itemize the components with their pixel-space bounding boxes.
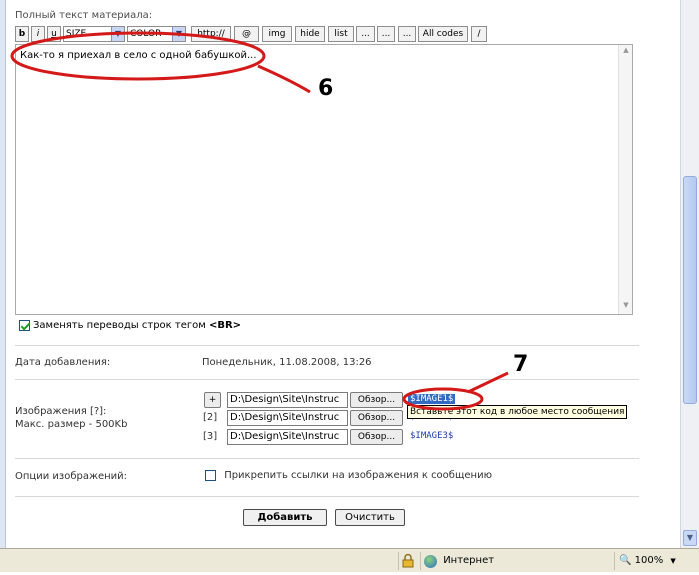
zoom-value: 100%: [634, 555, 664, 566]
scroll-down-icon[interactable]: ▼: [683, 530, 697, 546]
zone-indicator: Интернет: [420, 552, 610, 570]
globe-icon: [424, 554, 437, 568]
status-bar: Интернет 🔍 100% ▼: [0, 548, 699, 572]
zoom-icon: 🔍: [619, 555, 632, 566]
annotation-ellipse-6: [10, 31, 266, 81]
annotation-number-6: 6: [318, 76, 334, 101]
scroll-thumb[interactable]: [683, 176, 697, 404]
annotation-number-7: 7: [513, 352, 529, 377]
zone-label: Интернет: [443, 555, 495, 566]
zoom-control[interactable]: 🔍 100% ▼: [614, 552, 699, 570]
window-scrollbar[interactable]: ▼: [680, 0, 699, 548]
annotation-arrow-6: [257, 64, 311, 94]
annotation-arrow-7: [467, 371, 509, 394]
annotation-overlay: [10, 31, 509, 411]
lock-icon: [398, 552, 418, 570]
chevron-down-icon: ▼: [670, 557, 676, 565]
